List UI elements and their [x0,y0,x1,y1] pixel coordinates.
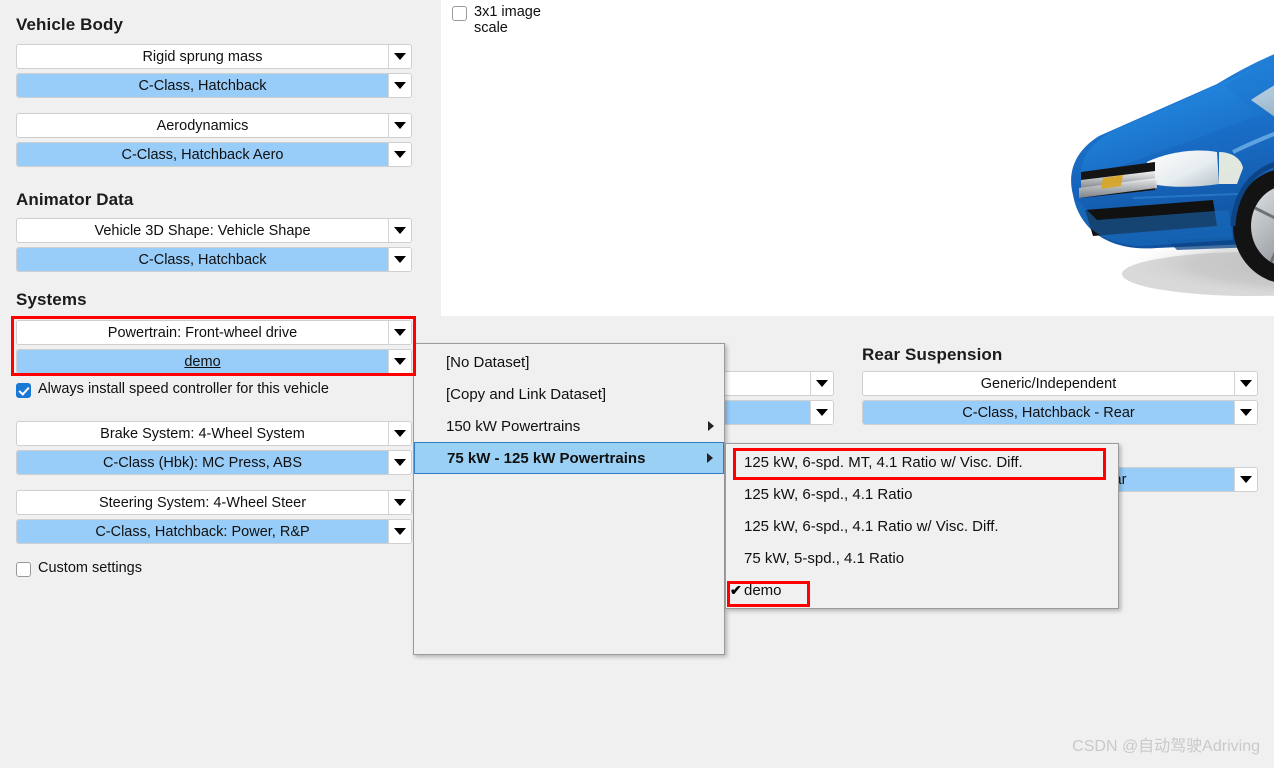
vehicle-image-panel: 3x1 image scale [441,0,1274,316]
systems-title: Systems [16,290,87,309]
chevron-down-icon[interactable] [389,45,411,68]
menu-item-label: 75 kW - 125 kW Powertrains [447,449,646,467]
image-scale-label-group: 3x1 image scale [474,4,541,36]
submenu-item-125kw-6spd-41-visc[interactable]: 125 kW, 6-spd., 4.1 Ratio w/ Visc. Diff. [726,510,1118,542]
rear-suspension-dataset-combo[interactable]: C-Class, Hatchback - Rear [862,400,1258,425]
chevron-down-icon[interactable] [389,451,411,474]
checkbox-box[interactable] [16,383,31,398]
always-install-speed-controller-checkbox[interactable]: Always install speed controller for this… [16,381,329,398]
combo-value: C-Class (Hbk): MC Press, ABS [17,451,389,474]
menu-item-label: 75 kW, 5-spd., 4.1 Ratio [744,549,905,567]
custom-settings-checkbox[interactable]: Custom settings [16,560,142,577]
submenu-item-125kw-6spd-41[interactable]: 125 kW, 6-spd., 4.1 Ratio [726,478,1118,510]
combo-value: Vehicle 3D Shape: Vehicle Shape [17,219,389,242]
combo-value: C-Class, Hatchback: Power, R&P [17,520,389,543]
chevron-down-icon[interactable] [811,372,833,395]
checkbox-label: Always install speed controller for this… [38,381,329,397]
vehicle-3d-render [1037,12,1274,312]
rear-suspension-type-combo[interactable]: Generic/Independent [862,371,1258,396]
image-scale-checkbox[interactable]: 3x1 image scale [452,4,541,36]
menu-item-copy-and-link-dataset[interactable]: [Copy and Link Dataset] [414,378,724,410]
submenu-item-125kw-6spd-mt-41-visc[interactable]: 125 kW, 6-spd. MT, 4.1 Ratio w/ Visc. Di… [726,446,1118,478]
chevron-down-icon[interactable] [389,491,411,514]
menu-item-label: 125 kW, 6-spd. MT, 4.1 Ratio w/ Visc. Di… [744,453,1023,471]
vehicle-body-type-combo-1[interactable]: Aerodynamics [16,113,412,138]
chevron-down-icon[interactable] [389,422,411,445]
menu-item-label: 125 kW, 6-spd., 4.1 Ratio w/ Visc. Diff. [744,517,999,535]
submenu-item-demo[interactable]: ✔ demo [726,574,1118,606]
menu-item-75kw-125kw-powertrains[interactable]: 75 kW - 125 kW Powertrains [414,442,724,474]
chevron-down-icon[interactable] [1235,372,1257,395]
vehicle-body-dataset-combo-1[interactable]: C-Class, Hatchback Aero [16,142,412,167]
vehicle-body-type-combo-0[interactable]: Rigid sprung mass [16,44,412,69]
animator-dataset-combo[interactable]: C-Class, Hatchback [16,247,412,272]
chevron-down-icon[interactable] [389,321,411,344]
powertrain-submenu[interactable]: 125 kW, 6-spd. MT, 4.1 Ratio w/ Visc. Di… [725,443,1119,609]
powertrain-dataset-combo[interactable]: demo [16,349,412,374]
checkbox-box[interactable] [452,6,467,21]
chevron-down-icon[interactable] [389,74,411,97]
chevron-down-icon[interactable] [389,143,411,166]
dataset-context-menu[interactable]: [No Dataset] [Copy and Link Dataset] 150… [413,343,725,655]
chevron-down-icon[interactable] [389,520,411,543]
animator-data-title: Animator Data [16,190,134,209]
combo-value: Steering System: 4-Wheel Steer [17,491,389,514]
application-window: 3x1 image scale Vehicle Body Rigid sprun… [0,0,1274,768]
rear-suspension-title: Rear Suspension [862,345,1003,364]
powertrain-type-combo[interactable]: Powertrain: Front-wheel drive [16,320,412,345]
animator-type-combo[interactable]: Vehicle 3D Shape: Vehicle Shape [16,218,412,243]
chevron-down-icon[interactable] [811,401,833,424]
watermark-text: CSDN @自动驾驶Adriving [1072,738,1260,755]
chevron-right-icon [708,421,714,431]
menu-item-label: 125 kW, 6-spd., 4.1 Ratio [744,485,913,503]
menu-item-150kw-powertrains[interactable]: 150 kW Powertrains [414,410,724,442]
chevron-down-icon[interactable] [1235,468,1257,491]
chevron-down-icon[interactable] [389,219,411,242]
combo-value: Aerodynamics [17,114,389,137]
menu-spacer [414,474,724,652]
chevron-down-icon[interactable] [389,114,411,137]
check-icon: ✔ [730,581,742,598]
combo-value: C-Class, Hatchback [17,248,389,271]
brake-system-dataset-combo[interactable]: C-Class (Hbk): MC Press, ABS [16,450,412,475]
steering-system-type-combo[interactable]: Steering System: 4-Wheel Steer [16,490,412,515]
combo-value: C-Class, Hatchback - Rear [863,401,1235,424]
vehicle-body-title: Vehicle Body [16,15,124,34]
combo-value: Powertrain: Front-wheel drive [17,321,389,344]
combo-value: demo [17,350,389,373]
checkbox-label: Custom settings [38,560,142,576]
chevron-down-icon[interactable] [389,350,411,373]
vehicle-body-dataset-combo-0[interactable]: C-Class, Hatchback [16,73,412,98]
submenu-item-75kw-5spd-41[interactable]: 75 kW, 5-spd., 4.1 Ratio [726,542,1118,574]
chevron-right-icon [707,453,713,463]
menu-item-label: [No Dataset] [446,353,530,371]
steering-system-dataset-combo[interactable]: C-Class, Hatchback: Power, R&P [16,519,412,544]
combo-value: Rigid sprung mass [17,45,389,68]
brake-system-type-combo[interactable]: Brake System: 4-Wheel System [16,421,412,446]
combo-value: C-Class, Hatchback [17,74,389,97]
combo-value: C-Class, Hatchback Aero [17,143,389,166]
menu-item-label: demo [744,581,782,599]
menu-item-label: [Copy and Link Dataset] [446,385,607,403]
menu-item-no-dataset[interactable]: [No Dataset] [414,346,724,378]
combo-value: Brake System: 4-Wheel System [17,422,389,445]
image-scale-label: 3x1 image [474,4,541,20]
combo-value: Generic/Independent [863,372,1235,395]
image-scale-sublabel: scale [474,20,508,36]
chevron-down-icon[interactable] [1235,401,1257,424]
menu-item-label: 150 kW Powertrains [446,417,581,435]
chevron-down-icon[interactable] [389,248,411,271]
checkbox-box[interactable] [16,562,31,577]
